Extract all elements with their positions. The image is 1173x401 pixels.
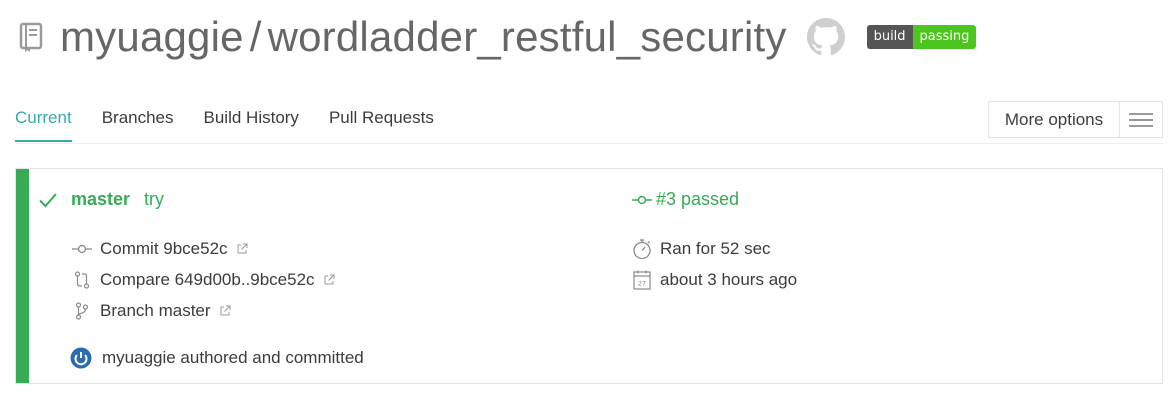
- badge-value: passing: [912, 25, 977, 49]
- more-options-button[interactable]: More options: [988, 101, 1163, 138]
- compare-link[interactable]: Compare 649d00b..9bce52c: [100, 270, 315, 290]
- commit-icon: [72, 239, 92, 259]
- commit-row: Commit 9bce52c: [72, 239, 248, 259]
- external-link-icon[interactable]: [236, 243, 248, 255]
- calendar-icon: 27: [632, 270, 652, 290]
- calendar-day: 27: [638, 280, 646, 288]
- external-link-icon[interactable]: [219, 305, 231, 317]
- check-icon: [39, 192, 57, 208]
- tab-current[interactable]: Current: [15, 108, 72, 142]
- hamburger-icon[interactable]: [1120, 102, 1162, 137]
- repo-icon: [18, 22, 44, 52]
- build-status-row: #3 passed: [632, 189, 739, 210]
- github-icon[interactable]: [806, 18, 845, 56]
- commit-icon: [632, 190, 652, 210]
- status-bar: [16, 169, 29, 383]
- build-status-badge[interactable]: build passing: [866, 25, 977, 49]
- author-text: myuaggie authored and committed: [102, 348, 364, 367]
- tab-pull-requests[interactable]: Pull Requests: [329, 108, 434, 142]
- external-link-icon[interactable]: [323, 274, 335, 286]
- author-row: myuaggie authored and committed: [70, 347, 364, 369]
- build-number-status[interactable]: #3 passed: [656, 189, 739, 210]
- tabs-divider: [15, 143, 1163, 144]
- tab-branches[interactable]: Branches: [102, 108, 174, 142]
- finished-text: about 3 hours ago: [660, 270, 798, 289]
- stopwatch-icon: [632, 239, 652, 260]
- tab-build-history[interactable]: Build History: [204, 108, 299, 142]
- build-card: master try #3 passed Commit 9bce52c Comp…: [15, 168, 1163, 384]
- repo-title: myuaggie / wordladder_restful_security: [60, 13, 787, 61]
- branch-row: master try: [39, 189, 164, 210]
- commit-message[interactable]: try: [144, 189, 164, 210]
- duration-row: Ran for 52 sec: [632, 239, 771, 260]
- repo-tabs: Current Branches Build History Pull Requ…: [15, 108, 434, 142]
- more-options-label: More options: [989, 102, 1120, 137]
- badge-label: build: [866, 25, 913, 49]
- commit-link[interactable]: Commit 9bce52c: [100, 239, 228, 259]
- build-page: myuaggie / wordladder_restful_security bui…: [0, 0, 1173, 401]
- branch-name-link[interactable]: master: [71, 189, 130, 210]
- branch-icon: [72, 301, 92, 321]
- branch-link-row: Branch master: [72, 301, 231, 321]
- repo-separator: /: [249, 13, 262, 60]
- compare-icon: [72, 270, 92, 290]
- branch-link[interactable]: Branch master: [100, 301, 211, 321]
- avatar-icon: [70, 347, 92, 369]
- repo-header: myuaggie / wordladder_restful_security bui…: [18, 8, 977, 66]
- compare-row: Compare 649d00b..9bce52c: [72, 270, 335, 290]
- repo-owner-link[interactable]: myuaggie: [60, 13, 244, 60]
- duration-text: Ran for 52 sec: [660, 239, 771, 258]
- repo-name-link[interactable]: wordladder_restful_security: [268, 13, 787, 60]
- finished-row: 27 about 3 hours ago: [632, 270, 797, 290]
